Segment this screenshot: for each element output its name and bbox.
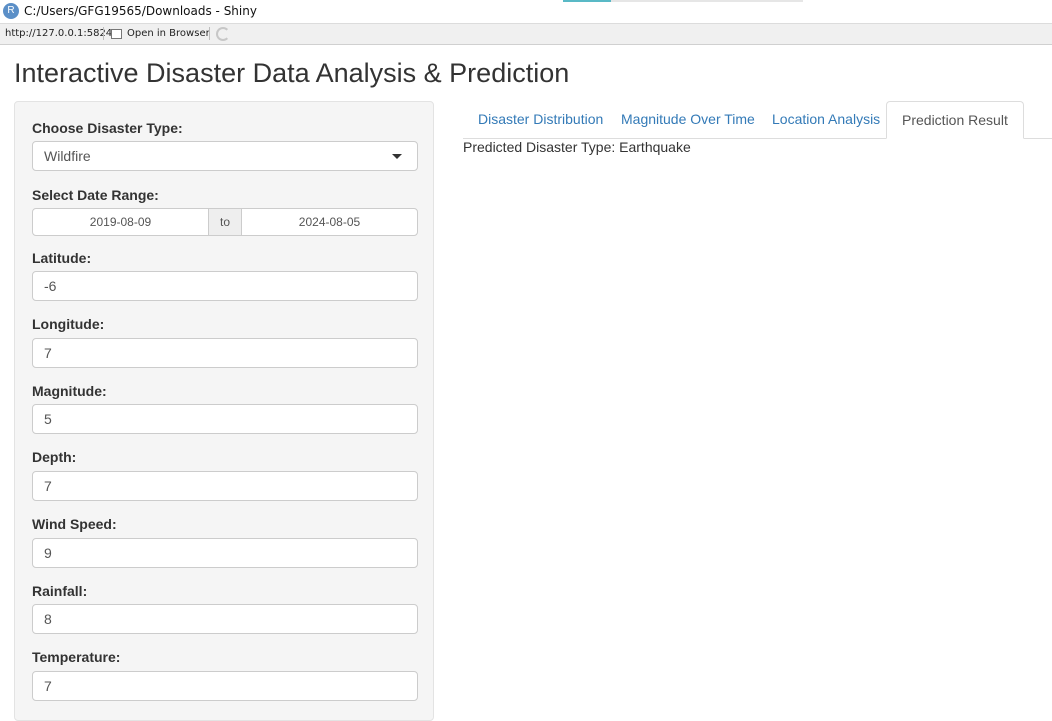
date-range-separator: to: [208, 209, 242, 235]
disaster-type-value: Wildfire: [44, 148, 91, 164]
date-range-input: 2019-08-09 to 2024-08-05: [32, 208, 418, 236]
window-title: C:/Users/GFG19565/Downloads - Shiny: [24, 4, 257, 18]
tab-location-analysis[interactable]: Location Analysis: [757, 101, 895, 139]
disaster-type-select[interactable]: Wildfire: [32, 141, 418, 171]
sidebar-panel: Choose Disaster Type: Wildfire Select Da…: [14, 101, 434, 721]
tab-prediction-result[interactable]: Prediction Result: [886, 101, 1024, 139]
date-start-input[interactable]: 2019-08-09: [33, 209, 208, 235]
rainfall-input[interactable]: 8: [32, 604, 418, 634]
latitude-label: Latitude:: [32, 250, 92, 266]
wind-speed-input[interactable]: 9: [32, 538, 418, 568]
tab-bar: Disaster Distribution Magnitude Over Tim…: [463, 101, 1052, 139]
depth-label: Depth:: [32, 449, 77, 465]
rainfall-label: Rainfall:: [32, 583, 88, 599]
wind-speed-label: Wind Speed:: [32, 516, 117, 532]
open-in-browser-icon[interactable]: [111, 29, 122, 39]
longitude-label: Longitude:: [32, 316, 105, 332]
chevron-down-icon: [392, 154, 402, 159]
latitude-input[interactable]: -6: [32, 271, 418, 301]
r-logo-icon: R: [3, 3, 19, 19]
tab-disaster-distribution[interactable]: Disaster Distribution: [463, 101, 618, 139]
longitude-input[interactable]: 7: [32, 338, 418, 368]
disaster-type-label: Choose Disaster Type:: [32, 120, 183, 136]
window-titlebar: R C:/Users/GFG19565/Downloads - Shiny: [0, 0, 1052, 23]
url-label: http://127.0.0.1:5824: [5, 28, 113, 39]
refresh-icon[interactable]: [216, 27, 230, 41]
magnitude-input[interactable]: 5: [32, 404, 418, 434]
toolbar-divider: [103, 27, 104, 40]
date-end-input[interactable]: 2024-08-05: [242, 209, 417, 235]
open-in-browser-button[interactable]: Open in Browser: [127, 28, 210, 39]
toolbar-divider: [209, 27, 210, 40]
loading-progress-bar: [563, 0, 803, 2]
tab-magnitude-over-time[interactable]: Magnitude Over Time: [606, 101, 770, 139]
magnitude-label: Magnitude:: [32, 383, 107, 399]
date-range-label: Select Date Range:: [32, 187, 159, 203]
viewer-toolbar: http://127.0.0.1:5824 Open in Browser: [0, 23, 1052, 45]
prediction-result-text: Predicted Disaster Type: Earthquake: [463, 139, 691, 155]
temperature-label: Temperature:: [32, 649, 121, 665]
temperature-input[interactable]: 7: [32, 671, 418, 701]
page-title: Interactive Disaster Data Analysis & Pre…: [14, 58, 570, 88]
depth-input[interactable]: 7: [32, 471, 418, 501]
